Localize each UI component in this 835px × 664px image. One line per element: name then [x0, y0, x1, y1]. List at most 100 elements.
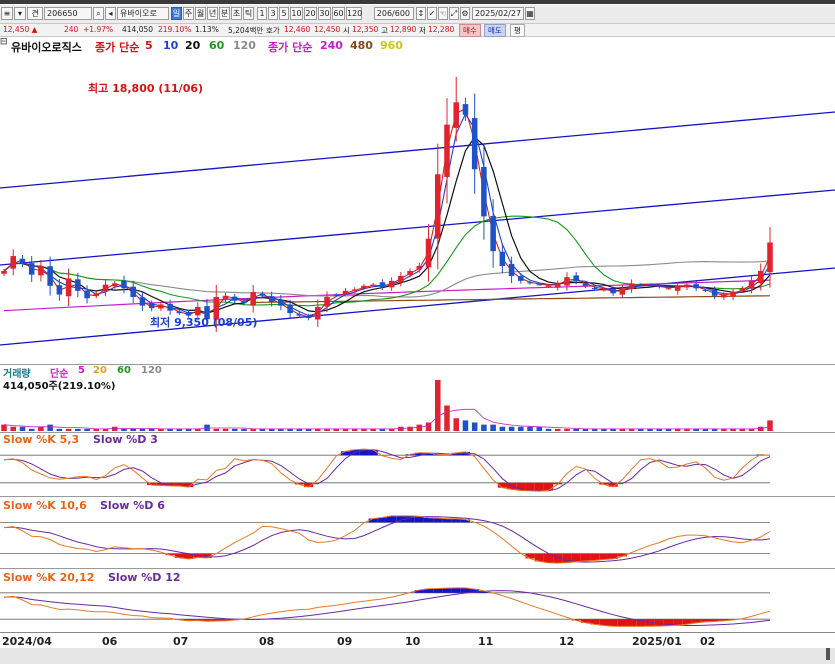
candle-body	[647, 285, 653, 287]
x-tick: 09	[337, 635, 353, 648]
candle-body	[471, 118, 478, 170]
ma480-line	[253, 295, 771, 304]
scroll-bar[interactable]	[0, 648, 835, 664]
candle-body	[444, 124, 450, 177]
volume-bar	[241, 428, 247, 431]
candle-body	[721, 294, 727, 298]
candle-body	[139, 297, 146, 306]
volume-bar	[573, 428, 579, 431]
candle-body	[601, 289, 607, 291]
volume-bar	[518, 426, 524, 431]
volume-bar	[222, 428, 229, 431]
volume-bar	[490, 424, 496, 431]
candle-body	[167, 303, 173, 311]
candle-body	[231, 296, 238, 301]
candle-body	[619, 288, 626, 295]
volume-value-label: 414,050주(219.10%)	[3, 381, 116, 392]
candle-body	[665, 288, 672, 290]
candle-body	[656, 285, 663, 288]
candle-body	[259, 293, 266, 296]
volume-bar	[231, 428, 238, 431]
vol-ma20: 20	[93, 365, 107, 376]
slow-d-line	[3, 516, 771, 563]
volume-bar	[10, 426, 16, 431]
candle-body	[564, 277, 570, 286]
stoch1-k-label: Slow %K 5,3	[3, 433, 80, 446]
vol-ma5: 5	[78, 365, 85, 376]
candle-body	[527, 282, 533, 284]
volume-bar	[130, 428, 136, 431]
volume-bar	[527, 426, 533, 431]
candle-body	[222, 295, 229, 299]
candle-body	[582, 283, 589, 286]
overbought-fill	[442, 588, 452, 593]
oversold-fill	[543, 482, 554, 491]
overbought-fill	[423, 517, 434, 523]
panel-divider[interactable]	[0, 496, 835, 497]
oversold-fill	[590, 553, 600, 561]
candle-body	[462, 104, 469, 115]
volume-bar	[47, 424, 53, 431]
candle-body	[176, 311, 183, 314]
x-tick: 06	[102, 635, 118, 648]
volume-bar	[56, 428, 63, 431]
candle-body	[628, 283, 635, 289]
trend-channel-line	[0, 189, 835, 266]
candle-body	[148, 303, 155, 309]
volume-bar	[564, 428, 570, 431]
x-tick: 12	[559, 635, 575, 648]
x-tick: 08	[259, 635, 275, 648]
x-tick: 10	[405, 635, 421, 648]
scroll-handle[interactable]	[826, 648, 830, 660]
hts-chart-window: ≡ ▾ 견 206650 ⌕ ◂ 유바이오로 일 주 월 년 분 초 틱 1 3…	[0, 0, 835, 664]
candle-body	[425, 238, 432, 268]
candle-body	[739, 288, 746, 291]
stoch3-d-label: Slow %D 12	[108, 571, 181, 584]
volume-bar	[471, 422, 478, 431]
candle-body	[370, 284, 376, 286]
x-tick: 02	[700, 635, 716, 648]
x-axis: 2024/04 06 07 08 09 10 11 12 2025/01 02	[0, 632, 835, 649]
volume-bar	[444, 405, 450, 431]
volume-bar	[545, 428, 552, 431]
volume-bar	[416, 424, 423, 431]
oversold-fill	[673, 619, 683, 626]
price-panel	[0, 76, 835, 346]
stoch-panel-1	[0, 448, 771, 492]
candle-body	[47, 266, 53, 286]
vol-ma120: 120	[141, 365, 162, 376]
slow-d-line	[3, 449, 771, 492]
candle-body	[379, 282, 386, 288]
candle-body	[758, 270, 764, 284]
candle-body	[333, 294, 340, 296]
stoch3-k-label: Slow %K 20,12	[3, 571, 95, 584]
candle-body	[684, 284, 690, 288]
candle-body	[102, 284, 109, 292]
volume-bar	[75, 428, 81, 431]
candle-body	[315, 306, 321, 320]
volume-bar	[453, 418, 459, 431]
x-tick: 07	[173, 635, 189, 648]
volume-bar	[65, 428, 72, 431]
candle-body	[75, 279, 81, 291]
x-tick: 11	[478, 635, 494, 648]
volume-bar	[508, 426, 515, 431]
volume-bar	[213, 428, 220, 431]
volume-bar	[38, 426, 44, 431]
candle-body	[278, 299, 284, 306]
candle-body	[591, 288, 598, 290]
vol-ma60: 60	[117, 365, 131, 376]
candle-body	[324, 297, 330, 307]
candle-body	[65, 278, 72, 297]
volume-bar	[481, 424, 487, 431]
candle-body	[241, 300, 247, 304]
candle-body	[351, 289, 358, 291]
candle-body	[638, 284, 644, 286]
high-annotation: 최고 18,800 (11/06)	[88, 82, 204, 95]
candle-body	[610, 289, 616, 294]
candle-body	[416, 266, 423, 270]
slow-k-line	[3, 515, 771, 564]
oversold-fill	[626, 619, 637, 627]
panel-divider[interactable]	[0, 568, 835, 569]
candle-body	[28, 263, 35, 275]
